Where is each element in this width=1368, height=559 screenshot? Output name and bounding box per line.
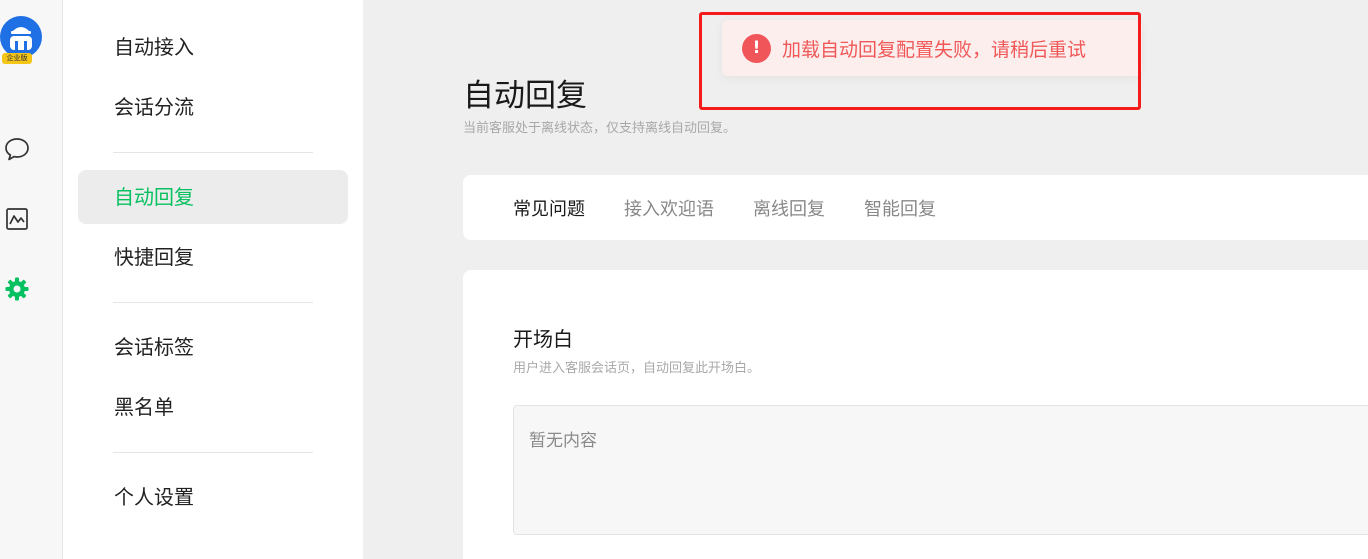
menu-item-blacklist[interactable]: 黑名单 <box>78 380 348 434</box>
tab-welcome-message[interactable]: 接入欢迎语 <box>624 195 714 221</box>
highlight-frame <box>699 12 1141 110</box>
logo-disc <box>0 16 42 58</box>
tab-faq[interactable]: 常见问题 <box>513 195 585 221</box>
settings-menu: 自动接入 会话分流 自动回复 快捷回复 会话标签 黑名单 个人设置 <box>63 0 363 559</box>
tab-offline-reply[interactable]: 离线回复 <box>753 195 825 221</box>
opening-panel: 开场白 用户进入客服会话页，自动回复此开场白。 暂无内容 <box>463 270 1368 559</box>
empty-placeholder: 暂无内容 <box>529 431 597 451</box>
icon-rail: 企业版 <box>0 0 63 559</box>
menu-item-personal-settings[interactable]: 个人设置 <box>78 470 348 524</box>
chat-bubble-icon[interactable] <box>4 136 30 162</box>
gear-icon[interactable] <box>4 276 30 302</box>
menu-divider <box>113 302 313 303</box>
page-subtitle: 当前客服处于离线状态，仅支持离线自动回复。 <box>463 121 737 136</box>
panel-title: 开场白 <box>513 327 573 351</box>
reply-tabs: 常见问题 接入欢迎语 离线回复 智能回复 <box>463 175 1368 240</box>
menu-divider <box>113 152 313 153</box>
tab-smart-reply[interactable]: 智能回复 <box>864 195 936 221</box>
opening-message-box[interactable]: 暂无内容 <box>513 405 1368 535</box>
page-title: 自动回复 <box>463 78 587 114</box>
menu-item-auto-reply[interactable]: 自动回复 <box>78 170 348 224</box>
menu-item-session-tags[interactable]: 会话标签 <box>78 320 348 374</box>
worker-logo-icon <box>10 27 32 50</box>
app-logo[interactable]: 企业版 <box>0 16 42 66</box>
menu-divider <box>113 452 313 453</box>
menu-item-session-routing[interactable]: 会话分流 <box>78 80 348 134</box>
menu-item-auto-access[interactable]: 自动接入 <box>78 20 348 74</box>
monitor-chart-icon[interactable] <box>4 206 30 232</box>
edition-badge: 企业版 <box>2 53 32 64</box>
menu-item-quick-reply[interactable]: 快捷回复 <box>78 230 348 284</box>
panel-subtitle: 用户进入客服会话页，自动回复此开场白。 <box>513 361 761 376</box>
